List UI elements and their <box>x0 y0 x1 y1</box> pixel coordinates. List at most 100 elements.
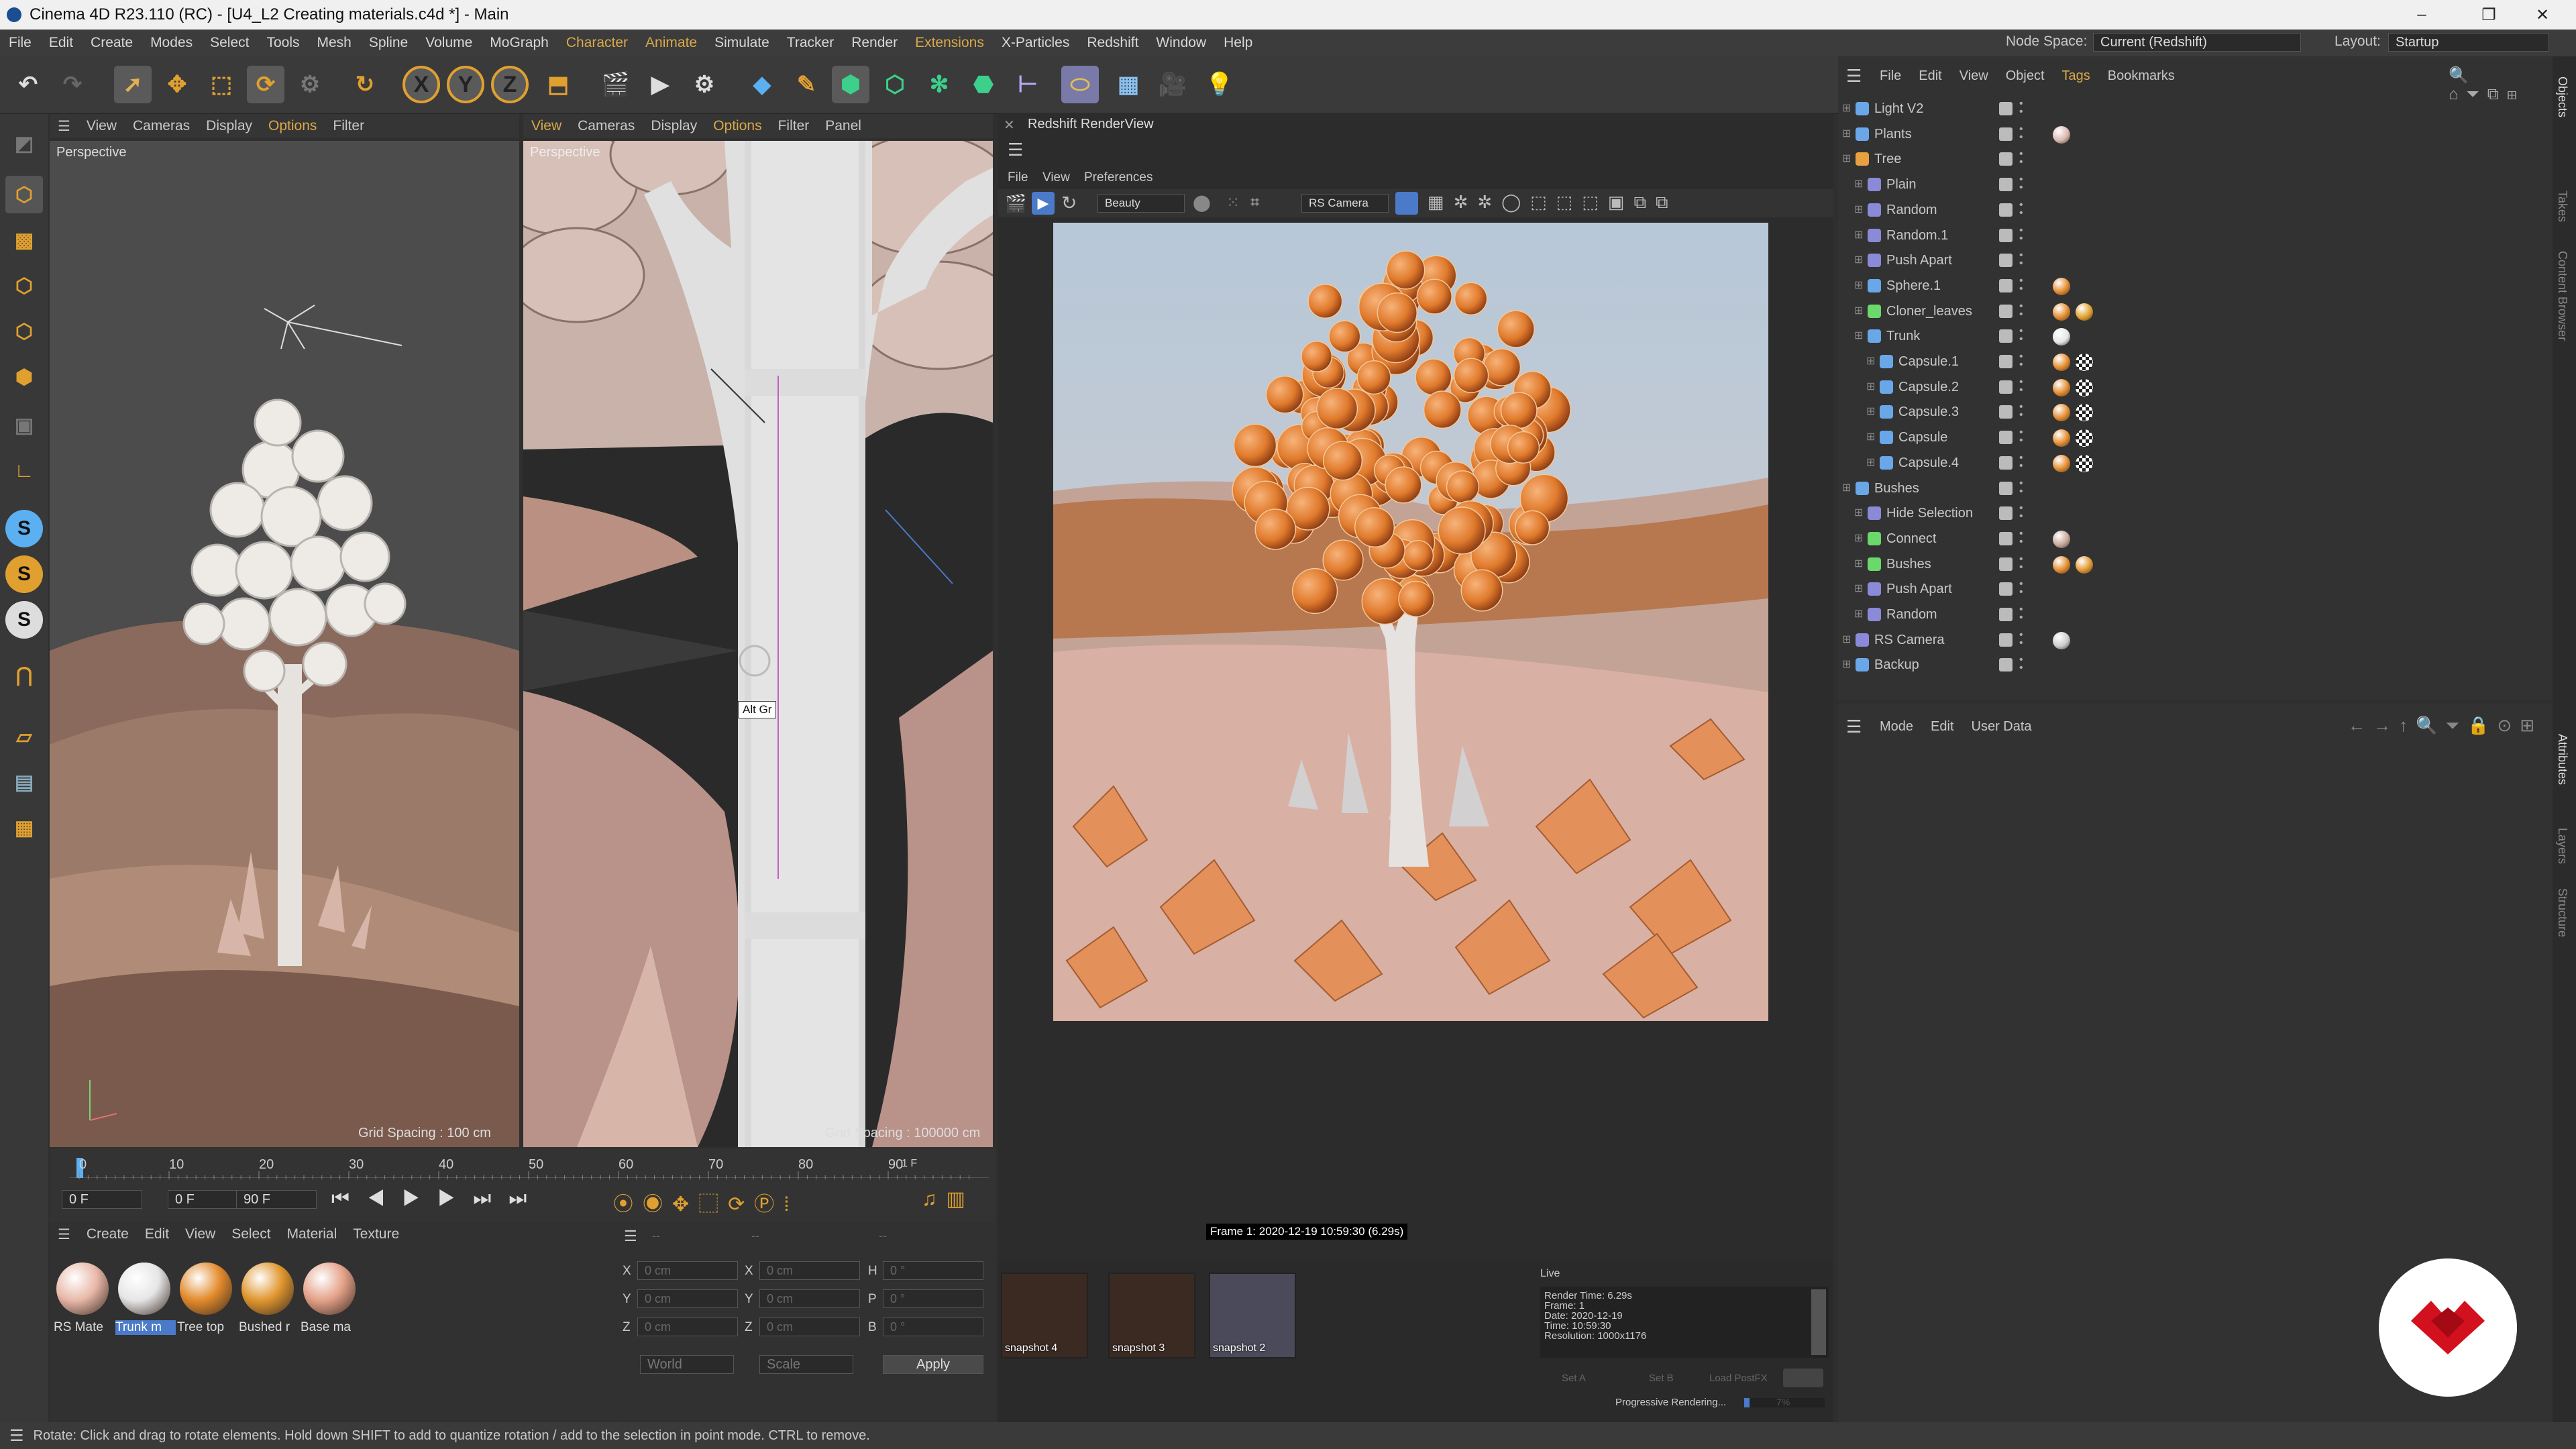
visibility-dots-icon[interactable]: • • <box>2019 402 2023 422</box>
vp2-menu-options[interactable]: Options <box>705 118 769 134</box>
camera-icon[interactable]: 🎥 <box>1154 66 1191 103</box>
am-menu-mode[interactable]: Mode <box>1880 719 1913 735</box>
vp1-menu-options[interactable]: Options <box>260 118 325 134</box>
layer-toggle-icon[interactable] <box>1999 329 2012 343</box>
layer-toggle-icon[interactable] <box>1999 633 2012 647</box>
menu-modes[interactable]: Modes <box>142 35 201 51</box>
scale-tool-icon[interactable]: ⬚ <box>203 66 240 103</box>
start-render-icon[interactable]: ▶ <box>1032 192 1055 215</box>
am-menu-user-data[interactable]: User Data <box>1972 719 2032 735</box>
menu-x-particles[interactable]: X-Particles <box>993 35 1079 51</box>
render-view-icon[interactable]: 🎬 <box>597 66 635 103</box>
move-tool-icon[interactable]: ✥ <box>158 66 196 103</box>
mat-menu-texture[interactable]: Texture <box>345 1226 407 1242</box>
layer-toggle-icon[interactable] <box>1999 203 2012 217</box>
layer-toggle-icon[interactable] <box>1999 380 2012 394</box>
material-tag-icon[interactable] <box>2053 404 2070 422</box>
object-row[interactable]: ⊞ Trunk • • <box>1838 324 2549 349</box>
visibility-dots-icon[interactable]: • • <box>2019 655 2023 675</box>
expand-icon[interactable]: ⊞ <box>1842 657 1851 671</box>
snapshot-thumb-2[interactable]: snapshot 3 <box>1108 1273 1195 1358</box>
layer-toggle-icon[interactable] <box>1999 455 2012 470</box>
om-menu-object[interactable]: Object <box>2006 68 2045 84</box>
rv-region-icon[interactable]: ⁙ <box>1226 193 1240 213</box>
start-frame-field[interactable]: 0 F <box>62 1190 142 1209</box>
material-tag-icon[interactable] <box>2053 378 2070 396</box>
expand-icon[interactable]: ⊞ <box>1866 354 1875 368</box>
object-row[interactable]: ⊞ Push Apart • • <box>1838 248 2549 273</box>
vp1-menu-view[interactable]: View <box>78 118 125 134</box>
material-tag-icon[interactable] <box>2076 429 2093 447</box>
menu-edit[interactable]: Edit <box>40 35 82 51</box>
visibility-dots-icon[interactable]: • • <box>2019 553 2023 574</box>
object-row[interactable]: ⊞ Light V2 • • <box>1838 97 2549 121</box>
material-tag-icon[interactable] <box>2076 555 2093 574</box>
object-row[interactable]: ⊞ Capsule.4 • • <box>1838 451 2549 476</box>
layer-toggle-icon[interactable] <box>1999 304 2012 318</box>
visibility-dots-icon[interactable]: • • <box>2019 199 2023 220</box>
tab-objects[interactable]: Objects <box>2555 76 2569 117</box>
object-name[interactable]: Capsule.2 <box>1898 380 1959 395</box>
vp2-menu-cameras[interactable]: Cameras <box>570 118 643 134</box>
visibility-dots-icon[interactable]: • • <box>2019 123 2023 144</box>
material-name[interactable]: Trunk m <box>115 1320 176 1335</box>
material-swatch[interactable] <box>118 1263 170 1315</box>
render-settings-icon[interactable]: ⚙ <box>686 66 723 103</box>
object-name[interactable]: Capsule.1 <box>1898 354 1959 370</box>
menu-window[interactable]: Window <box>1147 35 1215 51</box>
expand-icon[interactable]: ⊞ <box>1866 430 1875 443</box>
menu-mograph[interactable]: MoGraph <box>481 35 557 51</box>
vp2-menu-display[interactable]: Display <box>643 118 705 134</box>
make-editable-icon[interactable]: ◩ <box>5 125 43 162</box>
object-name[interactable]: Push Apart <box>1886 253 1952 268</box>
points-mode-icon[interactable]: ⬡ <box>5 267 43 305</box>
expand-icon[interactable]: ⊞ <box>1854 329 1863 342</box>
renderview-menu-icon[interactable]: ☰ <box>1008 140 1023 160</box>
coord-value-field[interactable]: 0 cm <box>759 1261 860 1280</box>
material-tag-icon[interactable] <box>2053 530 2070 548</box>
layer-toggle-icon[interactable] <box>1999 254 2012 268</box>
minimize-button[interactable]: – <box>2388 0 2455 30</box>
menu-mesh[interactable]: Mesh <box>309 35 360 51</box>
visibility-dots-icon[interactable]: • • <box>2019 352 2023 372</box>
render-picture-viewer-icon[interactable]: ▶ <box>641 66 679 103</box>
expand-icon[interactable]: ⊞ <box>1854 278 1863 292</box>
solo-off-icon[interactable]: S <box>5 601 43 639</box>
y-axis-icon[interactable]: Y <box>447 66 484 103</box>
timeline-extra-controls[interactable]: ♫▥ <box>922 1187 975 1211</box>
material-tag-icon[interactable] <box>2076 378 2093 396</box>
end-frame-field[interactable]: 90 F <box>236 1190 317 1209</box>
visibility-dots-icon[interactable]: • • <box>2019 604 2023 625</box>
keyframe-controls[interactable]: ⦿◉✥⬚⟳Ⓟ⁞ <box>613 1187 799 1217</box>
menu-animate[interactable]: Animate <box>637 35 706 51</box>
extrude-icon[interactable]: ⬡ <box>876 66 914 103</box>
expand-icon[interactable]: ⊞ <box>1854 304 1863 317</box>
mat-menu-edit[interactable]: Edit <box>137 1226 177 1242</box>
expand-icon[interactable]: ⊞ <box>1854 253 1863 266</box>
viewport1-menu-toggle[interactable]: ☰ <box>50 118 78 135</box>
object-row[interactable]: ⊞ Hide Selection • • <box>1838 501 2549 526</box>
material-tag-icon[interactable] <box>2053 631 2070 649</box>
viewport-perspective-left[interactable]: Perspective Grid Spacing : 100 cm <box>50 141 519 1147</box>
layer-toggle-icon[interactable] <box>1999 228 2012 242</box>
om-menu-view[interactable]: View <box>1960 68 1988 84</box>
object-name[interactable]: Plants <box>1874 127 1912 142</box>
rv-camera-icon[interactable]: 🎬 <box>1005 193 1026 214</box>
planar-workplane-icon[interactable]: ▦ <box>5 809 43 847</box>
expand-icon[interactable]: ⊞ <box>1854 607 1863 621</box>
visibility-dots-icon[interactable]: • • <box>2019 174 2023 195</box>
material-name[interactable]: Bushed r <box>239 1320 299 1335</box>
cloner-icon[interactable]: ✻ <box>920 66 958 103</box>
object-row[interactable]: ⊞ Capsule • • <box>1838 425 2549 450</box>
tab-attributes[interactable]: Attributes <box>2555 734 2569 785</box>
om-menu-tags[interactable]: Tags <box>2062 68 2090 84</box>
menu-spline[interactable]: Spline <box>360 35 417 51</box>
vp2-menu-panel[interactable]: Panel <box>817 118 869 134</box>
coord-value-field[interactable]: 0 cm <box>637 1261 738 1280</box>
object-name[interactable]: RS Camera <box>1874 633 1944 648</box>
visibility-dots-icon[interactable]: • • <box>2019 99 2023 119</box>
coord-value-field[interactable]: 0 ° <box>883 1289 983 1308</box>
layer-toggle-icon[interactable] <box>1999 481 2012 495</box>
object-name[interactable]: Bushes <box>1886 557 1931 572</box>
snapshot-thumb-3[interactable]: snapshot 2 <box>1209 1273 1296 1358</box>
